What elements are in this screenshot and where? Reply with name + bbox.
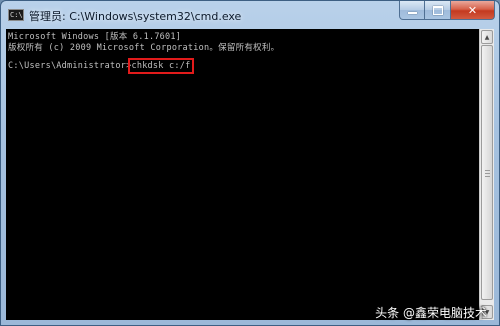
window-title: 管理员: C:\Windows\system32\cmd.exe [29, 10, 242, 23]
console-prompt: C:\Users\Administrator> [8, 61, 132, 71]
thumb-grip-line [485, 170, 490, 171]
cmd-window: C:\ 管理员: C:\Windows\system32\cmd.exe ✕ M… [0, 0, 500, 326]
close-button[interactable]: ✕ [451, 1, 495, 20]
minimize-icon [407, 12, 417, 14]
caption-buttons: ✕ [399, 1, 495, 20]
cmd-icon[interactable]: C:\ [8, 9, 24, 21]
scroll-up-button[interactable]: ▲ [481, 30, 493, 44]
console-copyright-line: 版权所有 (c) 2009 Microsoft Corporation。保留所有… [8, 43, 280, 53]
minimize-button[interactable] [399, 1, 425, 20]
close-icon: ✕ [467, 3, 478, 17]
thumb-grip-line [485, 176, 490, 177]
scroll-thumb[interactable] [481, 45, 493, 300]
watermark: 头条 @鑫荣电脑技术 [375, 306, 487, 320]
maximize-icon [432, 5, 443, 15]
command-highlight: chkdsk c:/f [128, 58, 194, 74]
console-output[interactable]: Microsoft Windows [版本 6.1.7601] 版权所有 (c)… [6, 29, 481, 320]
thumb-grip-line [485, 173, 490, 174]
title-bar[interactable]: C:\ 管理员: C:\Windows\system32\cmd.exe ✕ [1, 1, 499, 29]
arrow-up-icon: ▲ [484, 33, 490, 41]
maximize-button[interactable] [425, 1, 451, 20]
cmd-icon-label: C:\ [10, 11, 23, 19]
vertical-scrollbar[interactable]: ▲ ▼ [479, 29, 494, 320]
console-command-line: C:\Users\Administrator>chkdsk c:/f [8, 58, 194, 74]
